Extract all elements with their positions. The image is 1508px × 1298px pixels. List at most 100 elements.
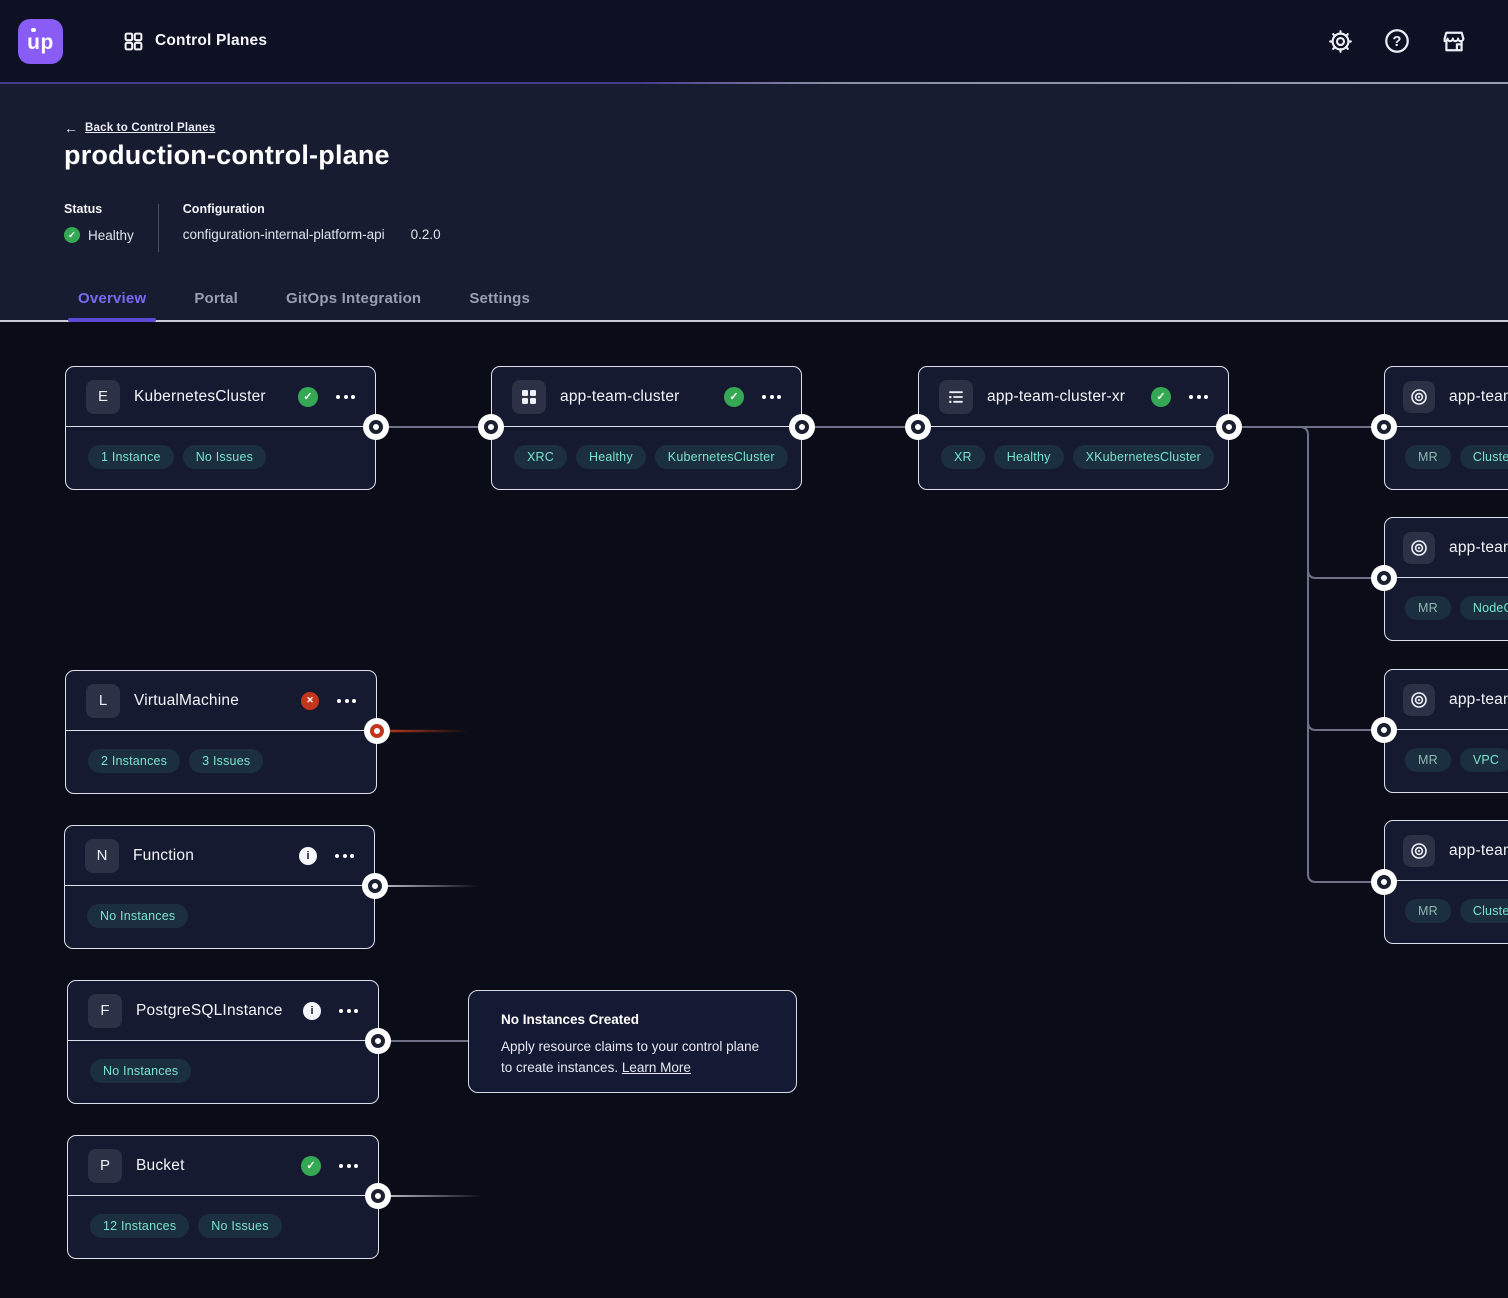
info-icon: i: [303, 1002, 321, 1020]
health-badge: Healthy: [994, 445, 1064, 469]
app-title: Control Planes: [155, 32, 267, 50]
settings-gear-icon[interactable]: [1326, 27, 1354, 55]
meta-section: Status ✓ Healthy Configuration configura…: [64, 202, 441, 252]
tooltip-title: No Instances Created: [501, 1012, 768, 1027]
node-menu-button[interactable]: [337, 699, 356, 703]
kind-badge-pill: ClusterA: [1460, 899, 1508, 923]
page-header: ← Back to Control Planes production-cont…: [0, 84, 1508, 322]
issues-badge: 3 Issues: [189, 749, 263, 773]
grid-solid-icon: [512, 380, 546, 414]
connection-port: [365, 1183, 391, 1209]
connection-port-error: [364, 718, 390, 744]
node-menu-button[interactable]: [336, 395, 355, 399]
resource-type-badge: XR: [941, 445, 985, 469]
node-menu-button[interactable]: [1189, 395, 1208, 399]
svg-text:?: ?: [1393, 34, 1402, 50]
list-icon: [939, 380, 973, 414]
node-name: app-team-c: [1449, 388, 1508, 406]
mr-badge: MR: [1405, 596, 1451, 620]
node-managed-resource-2[interactable]: app-team-c MR NodeGr: [1384, 517, 1508, 641]
info-icon: i: [299, 847, 317, 865]
issues-badge: No Issues: [183, 445, 266, 469]
connection-port: [478, 414, 504, 440]
node-app-team-cluster[interactable]: app-team-cluster ✓ XRC Healthy Kubernete…: [491, 366, 802, 490]
back-arrow-icon: ←: [64, 120, 78, 136]
target-icon: [1403, 381, 1435, 413]
tab-overview[interactable]: Overview: [68, 276, 156, 320]
node-postgresqlinstance[interactable]: F PostgreSQLInstance i No Instances: [67, 980, 379, 1104]
healthy-check-icon: ✓: [724, 387, 744, 407]
connection-port: [1216, 414, 1242, 440]
connection-port: [789, 414, 815, 440]
status-block: Status ✓ Healthy: [64, 202, 134, 252]
connection-port: [905, 414, 931, 440]
node-virtualmachine[interactable]: L VirtualMachine ✕ 2 Instances 3 Issues: [65, 670, 377, 794]
node-menu-button[interactable]: [339, 1009, 358, 1013]
marketplace-storefront-icon[interactable]: [1440, 27, 1468, 55]
edge-trunk: [1300, 427, 1308, 874]
tab-gitops-integration[interactable]: GitOps Integration: [276, 276, 431, 320]
node-name: Bucket: [136, 1157, 185, 1175]
connection-port: [1371, 717, 1397, 743]
instance-count-badge: 1 Instance: [88, 445, 174, 469]
connection-port: [365, 1028, 391, 1054]
node-app-team-cluster-xr[interactable]: app-team-cluster-xr ✓ XR Healthy XKubern…: [918, 366, 1229, 490]
instance-count-badge: 12 Instances: [90, 1214, 189, 1238]
kind-letter-badge: E: [86, 380, 120, 414]
error-x-icon: ✕: [301, 692, 319, 710]
node-kubernetescluster[interactable]: E KubernetesCluster ✓ 1 Instance No Issu…: [65, 366, 376, 490]
connection-port: [363, 414, 389, 440]
connection-port: [362, 873, 388, 899]
node-function[interactable]: N Function i No Instances: [64, 825, 375, 949]
node-name: KubernetesCluster: [134, 388, 266, 406]
learn-more-link[interactable]: Learn More: [622, 1060, 691, 1075]
node-menu-button[interactable]: [339, 1164, 358, 1168]
kind-letter-badge: F: [88, 994, 122, 1028]
target-icon: [1403, 835, 1435, 867]
help-icon[interactable]: ?: [1383, 27, 1411, 55]
configuration-version: 0.2.0: [411, 227, 441, 242]
tab-bar: Overview Portal GitOps Integration Setti…: [68, 276, 540, 320]
node-menu-button[interactable]: [335, 854, 354, 858]
node-name: VirtualMachine: [134, 692, 239, 710]
mr-badge: MR: [1405, 445, 1451, 469]
node-managed-resource-3[interactable]: app-team-c MR VPC: [1384, 669, 1508, 793]
node-managed-resource-1[interactable]: app-team-c MR Cluster: [1384, 366, 1508, 490]
connection-port: [1371, 414, 1397, 440]
logo-dot: [31, 28, 36, 33]
target-icon: [1403, 684, 1435, 716]
logo-text: up: [27, 31, 54, 55]
configuration-label: Configuration: [183, 202, 441, 216]
configuration-block: Configuration configuration-internal-pla…: [183, 202, 441, 252]
issues-badge: No Issues: [198, 1214, 281, 1238]
kind-badge-pill: VPC: [1460, 748, 1508, 772]
node-name: app-team-c: [1449, 539, 1508, 557]
no-instances-badge: No Instances: [87, 904, 188, 928]
node-managed-resource-4[interactable]: app-team-c MR ClusterA: [1384, 820, 1508, 944]
node-bucket[interactable]: P Bucket ✓ 12 Instances No Issues: [67, 1135, 379, 1259]
upbound-logo[interactable]: up: [18, 19, 63, 64]
kind-letter-badge: P: [88, 1149, 122, 1183]
mr-badge: MR: [1405, 899, 1451, 923]
resource-graph-canvas[interactable]: E KubernetesCluster ✓ 1 Instance No Issu…: [0, 322, 1508, 1298]
healthy-check-icon: ✓: [298, 387, 318, 407]
status-value: Healthy: [88, 228, 134, 243]
target-icon: [1403, 532, 1435, 564]
page-title: production-control-plane: [64, 140, 390, 171]
app-title-group[interactable]: Control Planes: [123, 31, 267, 52]
node-menu-button[interactable]: [762, 395, 781, 399]
node-name: app-team-c: [1449, 842, 1508, 860]
tab-settings[interactable]: Settings: [459, 276, 540, 320]
tab-portal[interactable]: Portal: [184, 276, 248, 320]
back-link[interactable]: ← Back to Control Planes: [64, 120, 215, 136]
top-navbar: up Control Planes ?: [0, 0, 1508, 82]
node-name: app-team-c: [1449, 691, 1508, 709]
kind-badge-pill: XKubernetesCluster: [1073, 445, 1214, 469]
status-label: Status: [64, 202, 134, 216]
no-instances-tooltip: No Instances Created Apply resource clai…: [468, 990, 797, 1093]
connection-port: [1371, 869, 1397, 895]
mr-badge: MR: [1405, 748, 1451, 772]
kind-letter-badge: L: [86, 684, 120, 718]
healthy-check-icon: ✓: [1151, 387, 1171, 407]
no-instances-badge: No Instances: [90, 1059, 191, 1083]
